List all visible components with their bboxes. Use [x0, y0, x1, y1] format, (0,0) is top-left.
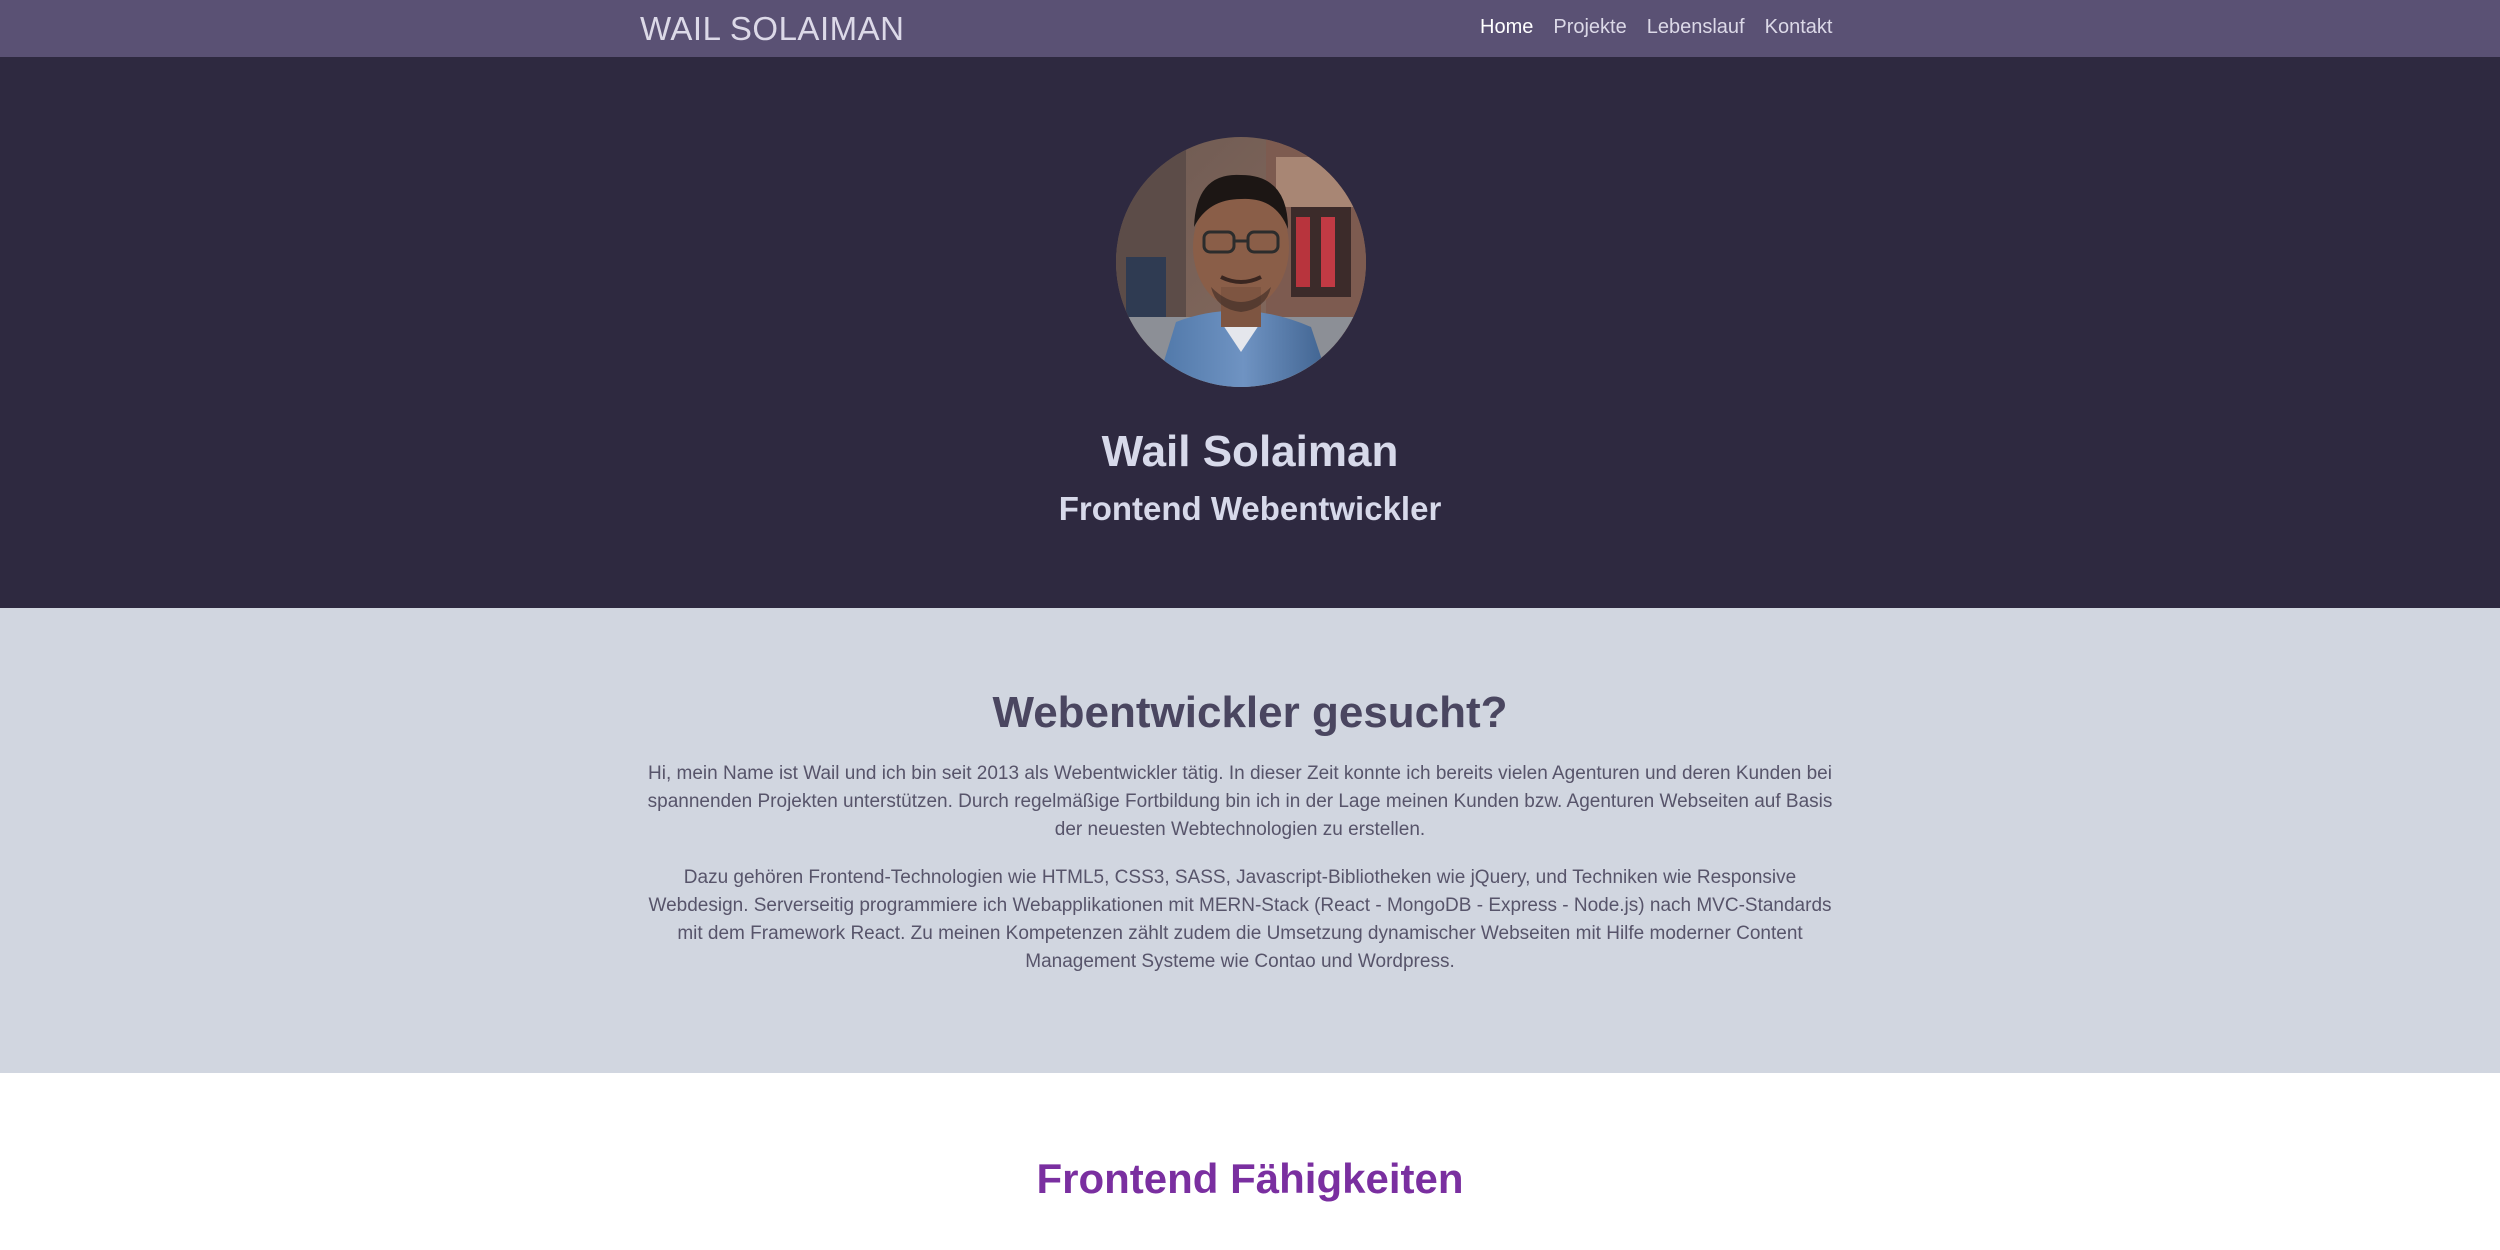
nav-link-kontakt[interactable]: Kontakt: [1765, 16, 1833, 39]
nav-link-home[interactable]: Home: [1480, 16, 1533, 39]
about-paragraph-1: Hi, mein Name ist Wail und ich bin seit …: [647, 763, 1833, 840]
about-section: Webentwickler gesucht? Hi, mein Name ist…: [0, 608, 2500, 1073]
profile-photo: [1116, 137, 1366, 387]
hero-section: Wail Solaiman Frontend Webentwickler: [0, 57, 2500, 608]
nav-link-lebenslauf[interactable]: Lebenslauf: [1647, 16, 1745, 39]
nav-link-projekte[interactable]: Projekte: [1553, 16, 1626, 39]
profile-avatar: [1116, 137, 1366, 387]
skills-section: Frontend Fähigkeiten: [0, 1073, 2500, 1250]
hero-role: Frontend Webentwickler: [1058, 490, 1442, 527]
about-paragraph-2: Dazu gehören Frontend-Technologien wie H…: [648, 867, 1832, 972]
nav-links: Home Projekte Lebenslauf Kontakt: [1480, 16, 1832, 39]
hero-name: Wail Solaiman: [1101, 427, 1399, 476]
top-navbar: WAIL SOLAIMAN Home Projekte Lebenslauf K…: [0, 0, 2500, 57]
skills-title: Frontend Fähigkeiten: [1036, 1155, 1464, 1202]
about-title: Webentwickler gesucht?: [992, 688, 1508, 737]
brand-logo-link[interactable]: WAIL SOLAIMAN: [640, 10, 904, 48]
